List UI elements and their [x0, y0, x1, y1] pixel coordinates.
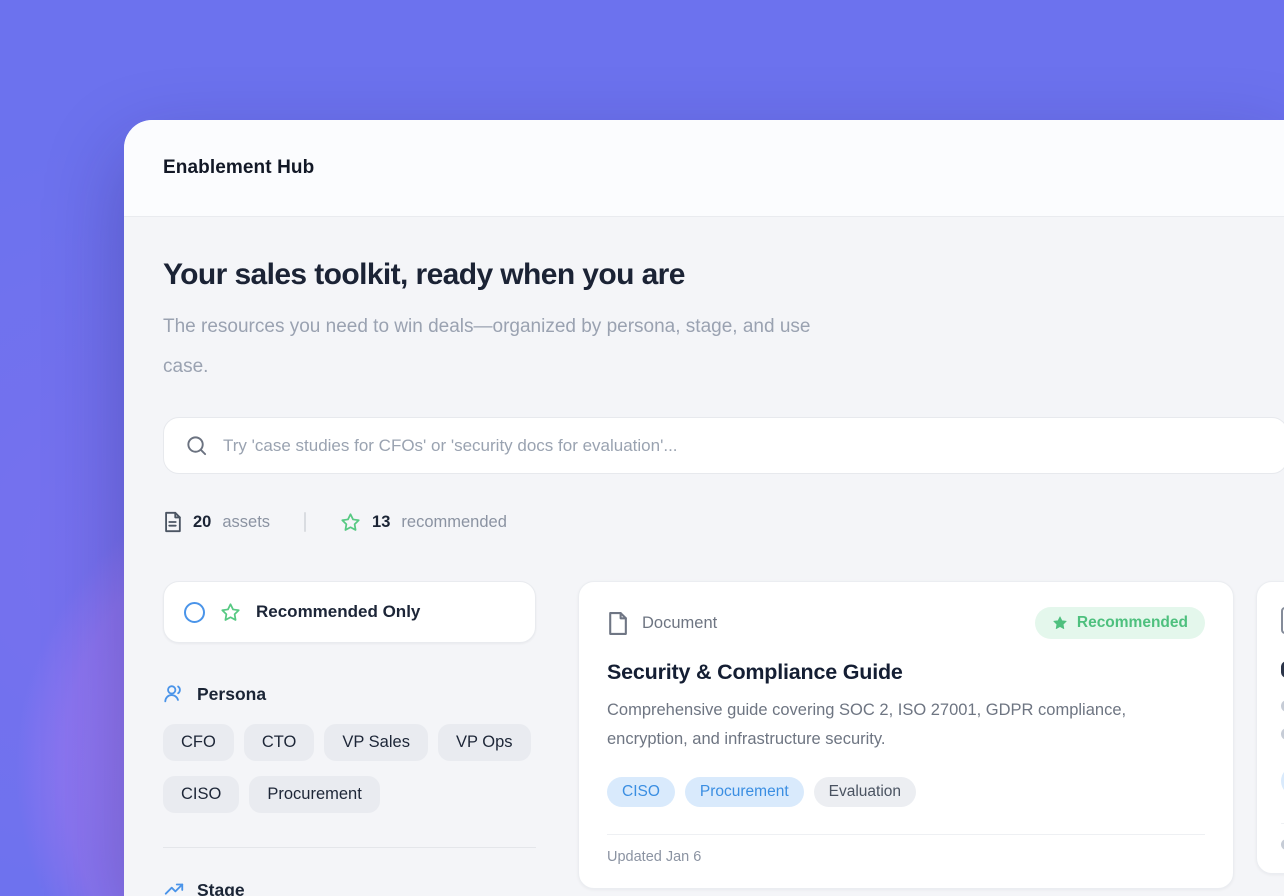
stats-row: 20 assets 13 recommended: [163, 511, 1284, 533]
app-title: Enablement Hub: [163, 157, 314, 179]
asset-title: Security & Compliance Guide: [607, 660, 1205, 685]
trending-up-icon: [163, 879, 185, 896]
persona-chip-cfo[interactable]: CFO: [163, 724, 234, 761]
asset-type-label: Document: [642, 614, 717, 633]
recommended-badge: Recommended: [1035, 607, 1205, 639]
file-text-icon: [163, 511, 182, 533]
badge-label: Recommended: [1077, 614, 1188, 632]
sidebar-divider: [163, 847, 536, 848]
enablement-hub-window: Enablement Hub Your sales toolkit, ready…: [124, 120, 1284, 896]
search-input[interactable]: [223, 436, 1266, 456]
persona-chip-procurement[interactable]: Procurement: [249, 776, 379, 813]
assets-count: 20: [193, 513, 211, 532]
persona-label: Persona: [197, 684, 266, 705]
card-top-row: Document Recommended: [607, 607, 1205, 639]
page-subtitle: The resources you need to win deals—orga…: [163, 307, 843, 387]
assets-label: assets: [222, 513, 270, 532]
card-divider: [607, 834, 1205, 835]
persona-chip-ciso[interactable]: CISO: [163, 776, 239, 813]
star-icon: [340, 512, 361, 533]
recommended-stat: 13 recommended: [340, 512, 507, 533]
search-icon: [185, 434, 208, 457]
filter-sidebar: Recommended Only Persona CFO CTO: [163, 581, 536, 896]
asset-card-security-compliance-guide[interactable]: Document Recommended Security & Complian…: [578, 581, 1234, 889]
window-header: Enablement Hub: [124, 120, 1284, 217]
recommended-only-toggle[interactable]: Recommended Only: [163, 581, 536, 643]
tag-ciso[interactable]: CISO: [607, 777, 675, 807]
tag-evaluation[interactable]: Evaluation: [814, 777, 916, 807]
users-icon: [163, 683, 185, 705]
stats-divider: [304, 512, 306, 532]
stage-label: Stage: [197, 880, 245, 896]
file-icon: [607, 611, 628, 636]
asset-tags: CISO Procurement Evaluation: [607, 777, 1205, 807]
stage-section-header: Stage: [163, 879, 536, 896]
main-content: Your sales toolkit, ready when you are T…: [124, 217, 1284, 896]
persona-chip-vp-sales[interactable]: VP Sales: [324, 724, 428, 761]
content-columns: Recommended Only Persona CFO CTO: [163, 581, 1284, 896]
toggle-circle-icon[interactable]: [184, 602, 205, 623]
asset-type: Document: [607, 611, 717, 636]
page-title: Your sales toolkit, ready when you are: [163, 258, 1284, 292]
persona-section-header: Persona: [163, 683, 536, 705]
search-bar[interactable]: [163, 417, 1284, 474]
asset-card-grid: Document Recommended Security & Complian…: [578, 581, 1284, 889]
asset-description: Comprehensive guide covering SOC 2, ISO …: [607, 696, 1192, 754]
recommended-count: 13: [372, 513, 390, 532]
assets-stat: 20 assets: [163, 511, 270, 533]
recommended-only-label: Recommended Only: [256, 602, 420, 622]
star-filled-icon: [1052, 615, 1068, 631]
tag-procurement[interactable]: Procurement: [685, 777, 804, 807]
asset-updated: Updated Jan 6: [607, 849, 1205, 865]
star-icon: [220, 602, 241, 623]
persona-chips: CFO CTO VP Sales VP Ops CISO Procurement: [163, 724, 536, 813]
persona-chip-cto[interactable]: CTO: [244, 724, 315, 761]
recommended-label: recommended: [401, 513, 506, 532]
persona-chip-vp-ops[interactable]: VP Ops: [438, 724, 531, 761]
asset-card-partial[interactable]: [1256, 581, 1284, 874]
